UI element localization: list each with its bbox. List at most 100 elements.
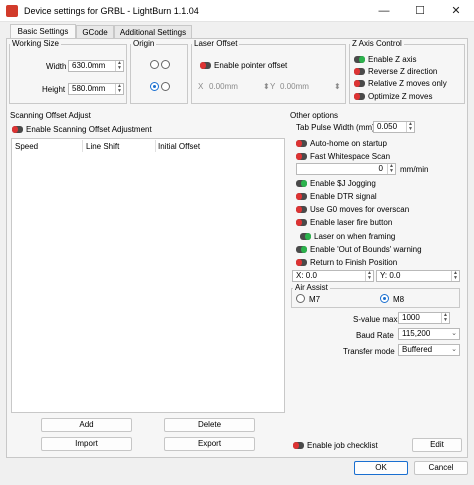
scanning-offset-table[interactable] [11, 138, 285, 413]
oob-toggle[interactable] [296, 246, 307, 253]
spin-arrows-icon[interactable]: ▲ ▼ [441, 313, 449, 323]
height-input[interactable]: 580.0mm ▲ ▼ [68, 83, 124, 95]
maximize-button[interactable]: ☐ [402, 0, 438, 22]
height-label: Height [42, 85, 66, 94]
tab-pulse-value: 0.050 [377, 122, 398, 131]
window-title: Device settings for GRBL - LightBurn 1.1… [24, 6, 199, 16]
delete-button[interactable]: Delete [164, 418, 255, 432]
return-finish-toggle[interactable] [296, 259, 307, 266]
relative-z-toggle[interactable] [354, 80, 365, 87]
m8-label: M8 [393, 295, 405, 304]
column-divider [155, 140, 156, 152]
g0-toggle[interactable] [296, 206, 307, 213]
origin-bottom-left-radio[interactable] [150, 82, 159, 91]
laser-framing-toggle[interactable] [300, 233, 311, 240]
pointer-offset-toggle[interactable] [200, 62, 211, 69]
title-bar: Device settings for GRBL - LightBurn 1.1… [0, 0, 474, 22]
tab-pulse-input[interactable]: 0.050 ▲ ▼ [373, 121, 415, 133]
baud-rate-value: 115,200 [402, 329, 431, 338]
transfer-mode-value: Buffered [402, 345, 433, 354]
tab-pulse-label: Tab Pulse Width (mm) [296, 123, 375, 132]
height-value: 580.0mm [72, 84, 106, 93]
spin-arrows-icon[interactable]: ▲ ▼ [365, 271, 373, 281]
offset-y-label: Y [270, 82, 276, 91]
cancel-button[interactable]: Cancel [414, 461, 468, 475]
offset-y-value[interactable]: 0.00mm [280, 82, 309, 91]
reverse-z-toggle[interactable] [354, 68, 365, 75]
fire-button-label: Enable laser fire button [310, 218, 393, 227]
optimize-z-toggle[interactable] [354, 93, 365, 100]
optimize-z-label: Optimize Z moves [368, 92, 433, 101]
origin-group [130, 44, 188, 104]
column-divider [82, 140, 83, 152]
fire-button-toggle[interactable] [296, 219, 307, 226]
add-button[interactable]: Add [41, 418, 132, 432]
close-button[interactable]: ✕ [438, 0, 474, 22]
spin-arrows-icon[interactable]: ▲ ▼ [387, 164, 395, 174]
column-line-shift[interactable]: Line Shift [86, 142, 119, 151]
lightburn-app-icon [6, 5, 18, 17]
transfer-mode-label: Transfer mode [343, 347, 395, 356]
spin-arrows-icon[interactable]: ▲ ▼ [115, 61, 123, 71]
offset-x-label: X [198, 82, 204, 91]
dtr-label: Enable DTR signal [310, 192, 377, 201]
width-label: Width [46, 62, 67, 71]
auto-home-toggle[interactable] [296, 140, 307, 147]
return-x-input[interactable]: X: 0.0 ▲ ▼ [292, 270, 374, 282]
fast-whitespace-label: Fast Whitespace Scan [310, 152, 391, 161]
ok-button[interactable]: OK [354, 461, 408, 475]
g0-label: Use G0 moves for overscan [310, 205, 410, 214]
minimize-button[interactable]: — [366, 0, 402, 22]
speed-unit: mm/min [400, 165, 429, 174]
offset-y-spin-icon[interactable]: ⬍ [334, 82, 341, 91]
m7-label: M7 [309, 295, 321, 304]
transfer-mode-select[interactable]: Buffered ⌄ [398, 344, 460, 356]
width-input[interactable]: 630.0mm ▲ ▼ [68, 60, 124, 72]
laser-framing-label: Laser on when framing [314, 232, 396, 241]
return-x-value: X: 0.0 [296, 271, 317, 280]
scanning-offset-toggle[interactable] [12, 126, 23, 133]
column-initial-offset[interactable]: Initial Offset [158, 142, 200, 151]
import-button[interactable]: Import [41, 437, 132, 451]
return-y-input[interactable]: Y: 0.0 ▲ ▼ [376, 270, 460, 282]
m8-radio[interactable] [380, 294, 389, 303]
spin-arrows-icon[interactable]: ▲ ▼ [115, 84, 123, 94]
tab-additional-settings[interactable]: Additional Settings [114, 25, 192, 39]
offset-x-spin-icon[interactable]: ⬍ [263, 82, 270, 91]
spin-arrows-icon[interactable]: ▲ ▼ [451, 271, 459, 281]
spin-arrows-icon[interactable]: ▲ ▼ [406, 122, 414, 132]
relative-z-label: Relative Z moves only [368, 79, 447, 88]
chevron-down-icon: ⌄ [451, 330, 457, 337]
other-options-title: Other options [290, 111, 339, 120]
jogging-label: Enable $J Jogging [310, 179, 376, 188]
job-checklist-toggle[interactable] [293, 442, 304, 449]
chevron-down-icon: ⌄ [451, 346, 457, 353]
export-button[interactable]: Export [164, 437, 255, 451]
laser-offset-title: Laser Offset [192, 39, 240, 48]
enable-z-toggle[interactable] [354, 56, 365, 63]
column-speed[interactable]: Speed [15, 142, 38, 151]
whitespace-speed-value: 0 [378, 164, 383, 173]
dtr-toggle[interactable] [296, 193, 307, 200]
scanning-offset-title: Scanning Offset Adjust [10, 111, 91, 120]
origin-bottom-right-radio[interactable] [161, 82, 170, 91]
fast-whitespace-toggle[interactable] [296, 153, 307, 160]
svalue-value: 1000 [402, 313, 420, 322]
m7-radio[interactable] [296, 294, 305, 303]
laser-offset-group [191, 44, 346, 104]
jogging-toggle[interactable] [296, 180, 307, 187]
pointer-offset-label: Enable pointer offset [214, 61, 288, 70]
tab-basic-settings[interactable]: Basic Settings [10, 24, 76, 39]
whitespace-speed-input[interactable]: 0 ▲ ▼ [296, 163, 396, 175]
svalue-input[interactable]: 1000 ▲ ▼ [398, 312, 450, 324]
return-finish-label: Return to Finish Position [310, 258, 398, 267]
oob-label: Enable 'Out of Bounds' warning [310, 245, 422, 254]
edit-checklist-button[interactable]: Edit [412, 438, 462, 452]
origin-top-left-radio[interactable] [150, 60, 159, 69]
tab-gcode[interactable]: GCode [76, 25, 114, 39]
offset-x-value[interactable]: 0.00mm [209, 82, 238, 91]
baud-rate-select[interactable]: 115,200 ⌄ [398, 328, 460, 340]
origin-top-right-radio[interactable] [161, 60, 170, 69]
working-size-title: Working Size [10, 39, 61, 48]
scanning-offset-label: Enable Scanning Offset Adjustment [26, 125, 152, 134]
